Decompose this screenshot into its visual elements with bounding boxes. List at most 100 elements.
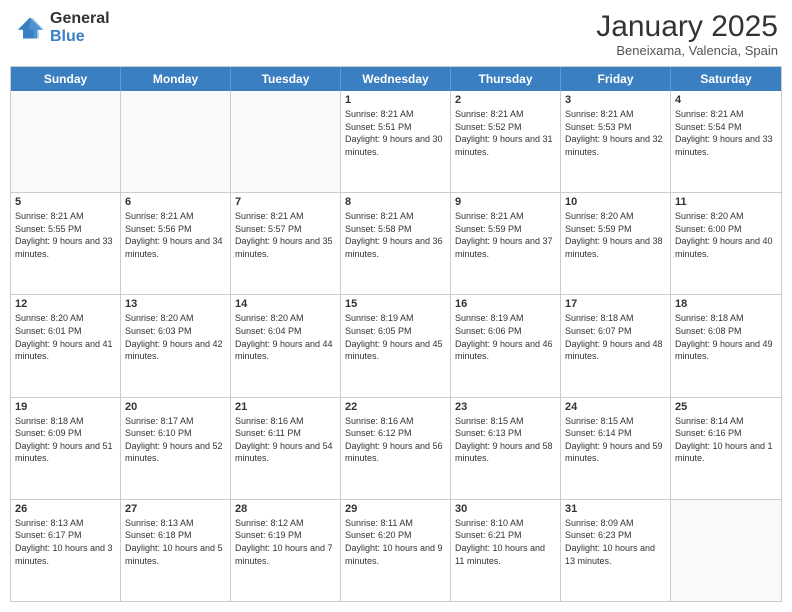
cell-info: Sunrise: 8:20 AMSunset: 5:59 PMDaylight:… (565, 210, 666, 260)
empty-cell (121, 91, 231, 192)
weekday-header-sunday: Sunday (11, 67, 121, 91)
day-cell-22: 22Sunrise: 8:16 AMSunset: 6:12 PMDayligh… (341, 398, 451, 499)
day-cell-18: 18Sunrise: 8:18 AMSunset: 6:08 PMDayligh… (671, 295, 781, 396)
calendar-row-3: 19Sunrise: 8:18 AMSunset: 6:09 PMDayligh… (11, 397, 781, 499)
day-cell-2: 2Sunrise: 8:21 AMSunset: 5:52 PMDaylight… (451, 91, 561, 192)
cell-info: Sunrise: 8:16 AMSunset: 6:12 PMDaylight:… (345, 415, 446, 465)
cell-info: Sunrise: 8:20 AMSunset: 6:01 PMDaylight:… (15, 312, 116, 362)
day-number: 7 (235, 196, 336, 208)
day-number: 2 (455, 94, 556, 106)
day-cell-24: 24 Sunrise: 8:15 AMSunset: 6:14 PMDayligh… (561, 398, 671, 499)
day-cell-19: 19Sunrise: 8:18 AMSunset: 6:09 PMDayligh… (11, 398, 121, 499)
calendar-row-0: 1Sunrise: 8:21 AMSunset: 5:51 PMDaylight… (11, 91, 781, 192)
logo-general: General (50, 10, 110, 28)
day-number: 8 (345, 196, 446, 208)
day-number: 12 (15, 298, 116, 310)
day-number: 5 (15, 196, 116, 208)
weekday-header-saturday: Saturday (671, 67, 781, 91)
day-cell-17: 17Sunrise: 8:18 AMSunset: 6:07 PMDayligh… (561, 295, 671, 396)
day-cell-10: 10Sunrise: 8:20 AMSunset: 5:59 PMDayligh… (561, 193, 671, 294)
day-cell-5: 5 Sunrise: 8:21 AMSunset: 5:55 PMDaylight… (11, 193, 121, 294)
cell-info: Sunrise: 8:21 AMSunset: 5:55 PMDaylight:… (15, 210, 116, 260)
day-cell-6: 6 Sunrise: 8:21 AMSunset: 5:56 PMDaylight… (121, 193, 231, 294)
calendar-body: 1Sunrise: 8:21 AMSunset: 5:51 PMDaylight… (11, 91, 781, 601)
day-number: 25 (675, 401, 777, 413)
day-cell-16: 16 Sunrise: 8:19 AMSunset: 6:06 PMDayligh… (451, 295, 561, 396)
day-cell-31: 31 Sunrise: 8:09 AMSunset: 6:23 PMDayligh… (561, 500, 671, 601)
day-cell-30: 30 Sunrise: 8:10 AMSunset: 6:21 PMDayligh… (451, 500, 561, 601)
cell-info: Sunrise: 8:12 AMSunset: 6:19 PMDaylight:… (235, 517, 336, 567)
day-number: 30 (455, 503, 556, 515)
cell-info: Sunrise: 8:21 AMSunset: 5:56 PMDaylight:… (125, 210, 226, 260)
day-number: 11 (675, 196, 777, 208)
empty-cell (231, 91, 341, 192)
day-number: 31 (565, 503, 666, 515)
cell-info: Sunrise: 8:21 AMSunset: 5:54 PMDaylight:… (675, 108, 777, 158)
logo-text: General Blue (50, 10, 110, 45)
page: General Blue January 2025 Beneixama, Val… (0, 0, 792, 612)
day-number: 16 (455, 298, 556, 310)
cell-info: Sunrise: 8:14 AMSunset: 6:16 PMDaylight:… (675, 415, 777, 465)
calendar: SundayMondayTuesdayWednesdayThursdayFrid… (10, 66, 782, 602)
day-cell-28: 28 Sunrise: 8:12 AMSunset: 6:19 PMDayligh… (231, 500, 341, 601)
day-number: 24 (565, 401, 666, 413)
cell-info: Sunrise: 8:13 AMSunset: 6:18 PMDaylight:… (125, 517, 226, 567)
empty-cell (671, 500, 781, 601)
calendar-row-1: 5 Sunrise: 8:21 AMSunset: 5:55 PMDaylight… (11, 192, 781, 294)
cell-info: Sunrise: 8:15 AMSunset: 6:14 PMDaylight:… (565, 415, 666, 465)
title-block: January 2025 Beneixama, Valencia, Spain (596, 10, 778, 58)
day-number: 6 (125, 196, 226, 208)
cell-info: Sunrise: 8:20 AMSunset: 6:00 PMDaylight:… (675, 210, 777, 260)
cell-info: Sunrise: 8:21 AMSunset: 5:59 PMDaylight:… (455, 210, 556, 260)
day-cell-7: 7 Sunrise: 8:21 AMSunset: 5:57 PMDaylight… (231, 193, 341, 294)
day-cell-8: 8 Sunrise: 8:21 AMSunset: 5:58 PMDaylight… (341, 193, 451, 294)
weekday-header-monday: Monday (121, 67, 231, 91)
day-cell-4: 4 Sunrise: 8:21 AMSunset: 5:54 PMDaylight… (671, 91, 781, 192)
day-cell-20: 20Sunrise: 8:17 AMSunset: 6:10 PMDayligh… (121, 398, 231, 499)
day-number: 23 (455, 401, 556, 413)
day-number: 4 (675, 94, 777, 106)
weekday-header-tuesday: Tuesday (231, 67, 341, 91)
cell-info: Sunrise: 8:18 AMSunset: 6:09 PMDaylight:… (15, 415, 116, 465)
day-cell-3: 3 Sunrise: 8:21 AMSunset: 5:53 PMDaylight… (561, 91, 671, 192)
cell-info: Sunrise: 8:10 AMSunset: 6:21 PMDaylight:… (455, 517, 556, 567)
cell-info: Sunrise: 8:18 AMSunset: 6:07 PMDaylight:… (565, 312, 666, 362)
calendar-row-2: 12 Sunrise: 8:20 AMSunset: 6:01 PMDayligh… (11, 294, 781, 396)
day-cell-13: 13Sunrise: 8:20 AMSunset: 6:03 PMDayligh… (121, 295, 231, 396)
calendar-header: SundayMondayTuesdayWednesdayThursdayFrid… (11, 67, 781, 91)
cell-info: Sunrise: 8:21 AMSunset: 5:57 PMDaylight:… (235, 210, 336, 260)
day-number: 20 (125, 401, 226, 413)
header: General Blue January 2025 Beneixama, Val… (10, 10, 782, 58)
day-number: 1 (345, 94, 446, 106)
day-cell-9: 9Sunrise: 8:21 AMSunset: 5:59 PMDaylight… (451, 193, 561, 294)
cell-info: Sunrise: 8:21 AMSunset: 5:58 PMDaylight:… (345, 210, 446, 260)
day-number: 21 (235, 401, 336, 413)
logo-icon (14, 14, 46, 42)
cell-info: Sunrise: 8:13 AMSunset: 6:17 PMDaylight:… (15, 517, 116, 567)
cell-info: Sunrise: 8:09 AMSunset: 6:23 PMDaylight:… (565, 517, 666, 567)
weekday-header-friday: Friday (561, 67, 671, 91)
cell-info: Sunrise: 8:19 AMSunset: 6:05 PMDaylight:… (345, 312, 446, 362)
cell-info: Sunrise: 8:19 AMSunset: 6:06 PMDaylight:… (455, 312, 556, 362)
cell-info: Sunrise: 8:20 AMSunset: 6:04 PMDaylight:… (235, 312, 336, 362)
day-cell-27: 27 Sunrise: 8:13 AMSunset: 6:18 PMDayligh… (121, 500, 231, 601)
day-number: 28 (235, 503, 336, 515)
day-cell-11: 11 Sunrise: 8:20 AMSunset: 6:00 PMDayligh… (671, 193, 781, 294)
logo: General Blue (14, 10, 110, 45)
day-number: 13 (125, 298, 226, 310)
day-cell-26: 26Sunrise: 8:13 AMSunset: 6:17 PMDayligh… (11, 500, 121, 601)
day-cell-12: 12 Sunrise: 8:20 AMSunset: 6:01 PMDayligh… (11, 295, 121, 396)
day-number: 27 (125, 503, 226, 515)
day-cell-29: 29Sunrise: 8:11 AMSunset: 6:20 PMDayligh… (341, 500, 451, 601)
day-number: 14 (235, 298, 336, 310)
logo-blue: Blue (50, 28, 110, 46)
day-cell-25: 25 Sunrise: 8:14 AMSunset: 6:16 PMDayligh… (671, 398, 781, 499)
cell-info: Sunrise: 8:21 AMSunset: 5:53 PMDaylight:… (565, 108, 666, 158)
day-number: 3 (565, 94, 666, 106)
cell-info: Sunrise: 8:18 AMSunset: 6:08 PMDaylight:… (675, 312, 777, 362)
cell-info: Sunrise: 8:15 AMSunset: 6:13 PMDaylight:… (455, 415, 556, 465)
day-cell-23: 23 Sunrise: 8:15 AMSunset: 6:13 PMDayligh… (451, 398, 561, 499)
weekday-header-thursday: Thursday (451, 67, 561, 91)
day-number: 15 (345, 298, 446, 310)
day-number: 29 (345, 503, 446, 515)
